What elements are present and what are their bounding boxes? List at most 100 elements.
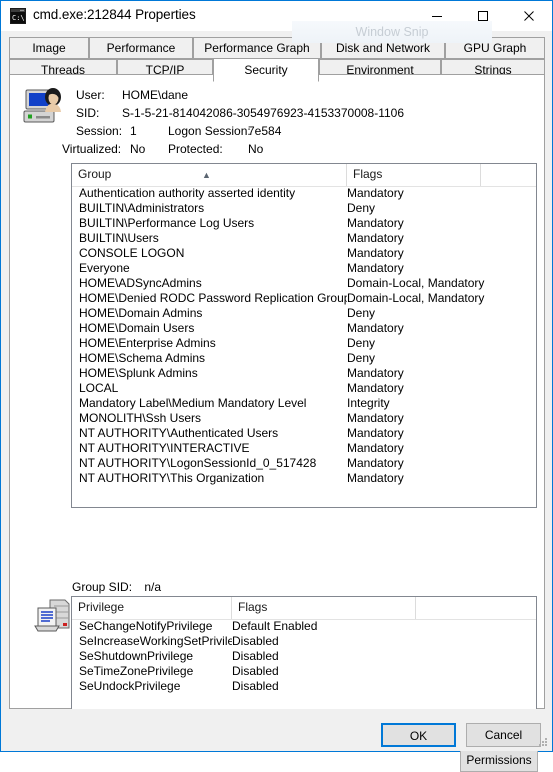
table-row[interactable]: HOME\Domain Users Mandatory xyxy=(72,321,536,336)
cell-flags: Mandatory xyxy=(347,381,404,395)
resize-grip[interactable] xyxy=(537,736,549,748)
column-header-privilege[interactable]: Privilege xyxy=(72,597,232,619)
virtualized-value: No xyxy=(130,142,146,156)
table-row[interactable]: NT AUTHORITY\LogonSessionId_0_517428 Mand… xyxy=(72,456,536,471)
cell-privilege: SeIncreaseWorkingSetPrivilege xyxy=(79,634,232,648)
table-row[interactable]: Authentication authority asserted identi… xyxy=(72,186,536,201)
virtualized-label: Virtualized: xyxy=(62,142,122,156)
cell-flags: Mandatory xyxy=(347,411,404,425)
logon-session-label: Logon Session: xyxy=(168,124,251,138)
groups-list-header: Group ▲ Flags xyxy=(72,164,536,187)
cell-flags: Mandatory xyxy=(347,321,404,335)
cell-group: HOME\ADSyncAdmins xyxy=(79,276,202,290)
cell-group: HOME\Enterprise Admins xyxy=(79,336,216,350)
privileges-icon xyxy=(32,596,72,636)
cell-group: BUILTIN\Performance Log Users xyxy=(79,216,255,230)
cell-flags: Mandatory xyxy=(347,186,404,200)
permissions-button[interactable]: Permissions xyxy=(460,749,538,772)
cell-group: BUILTIN\Users xyxy=(79,231,159,245)
cell-group: Authentication authority asserted identi… xyxy=(79,186,296,200)
cell-privilege-flags: Disabled xyxy=(232,664,279,678)
tab-image[interactable]: Image xyxy=(9,37,89,59)
table-row[interactable]: BUILTIN\Users Mandatory xyxy=(72,231,536,246)
cell-flags: Domain-Local, Mandatory xyxy=(347,276,485,290)
title-bar: C:\ cmd.exe:212844 Properties xyxy=(1,1,552,31)
cell-group: NT AUTHORITY\INTERACTIVE xyxy=(79,441,250,455)
maximize-button[interactable] xyxy=(460,1,506,31)
table-row[interactable]: HOME\Enterprise Admins Deny xyxy=(72,336,536,351)
cell-flags: Mandatory xyxy=(347,216,404,230)
cell-flags: Mandatory xyxy=(347,426,404,440)
table-row[interactable]: SeIncreaseWorkingSetPrivilege Disabled xyxy=(72,634,536,649)
table-row[interactable]: SeShutdownPrivilege Disabled xyxy=(72,649,536,664)
cell-flags: Deny xyxy=(347,306,376,320)
cell-flags: Mandatory xyxy=(347,441,404,455)
table-row[interactable]: BUILTIN\Performance Log Users Mandatory xyxy=(72,216,536,231)
tab-performance-graph[interactable]: Performance Graph xyxy=(193,37,321,59)
column-header-flags[interactable]: Flags xyxy=(347,164,481,186)
tab-gpu-graph[interactable]: GPU Graph xyxy=(445,37,545,59)
table-row[interactable]: MONOLITH\Ssh Users Mandatory xyxy=(72,411,536,426)
cell-group: NT AUTHORITY\LogonSessionId_0_517428 xyxy=(79,456,317,470)
cell-privilege-flags: Disabled xyxy=(232,634,279,648)
cell-privilege-flags: Disabled xyxy=(232,649,279,663)
table-row[interactable]: HOME\ADSyncAdmins Domain-Local, Mandatory xyxy=(72,276,536,291)
cell-group: HOME\Schema Admins xyxy=(79,351,206,365)
table-row[interactable]: SeTimeZonePrivilege Disabled xyxy=(72,664,536,679)
tab-performance[interactable]: Performance xyxy=(89,37,193,59)
group-sid-label: Group SID: xyxy=(72,580,133,594)
cell-flags: Deny xyxy=(347,201,376,215)
cell-flags: Mandatory xyxy=(347,471,404,485)
table-row[interactable]: Mandatory Label\Medium Mandatory Level In… xyxy=(72,396,536,411)
logon-session-value: 7e584 xyxy=(248,124,282,138)
close-button[interactable] xyxy=(506,1,552,31)
group-sid-value: n/a xyxy=(144,580,162,594)
table-row[interactable]: BUILTIN\Administrators Deny xyxy=(72,201,536,216)
column-header-privilege-blank[interactable] xyxy=(416,597,536,619)
cell-group: MONOLITH\Ssh Users xyxy=(79,411,202,425)
session-label: Session: xyxy=(76,124,123,138)
sort-ascending-icon: ▲ xyxy=(202,170,211,180)
table-row[interactable]: HOME\Denied RODC Password Replication Gr… xyxy=(72,291,536,306)
table-row[interactable]: NT AUTHORITY\Authenticated Users Mandator… xyxy=(72,426,536,441)
cell-flags: Deny xyxy=(347,336,376,350)
user-label: User: xyxy=(76,88,105,102)
minimize-button[interactable] xyxy=(414,1,460,31)
sid-value: S-1-5-21-814042086-3054976923-4153370008… xyxy=(122,106,405,120)
table-row[interactable]: LOCAL Mandatory xyxy=(72,381,536,396)
column-header-blank[interactable] xyxy=(481,164,536,186)
cell-flags: Mandatory xyxy=(347,456,404,470)
cell-group: NT AUTHORITY\This Organization xyxy=(79,471,265,485)
table-row[interactable]: NT AUTHORITY\INTERACTIVE Mandatory xyxy=(72,441,536,456)
cell-privilege: SeShutdownPrivilege xyxy=(79,649,194,663)
properties-window: C:\ cmd.exe:212844 Properties Image Perf… xyxy=(0,0,553,772)
cell-group: HOME\Splunk Admins xyxy=(79,366,198,380)
table-row[interactable]: NT AUTHORITY\This Organization Mandatory xyxy=(72,471,536,486)
cell-group: Everyone xyxy=(79,261,130,275)
user-account-icon xyxy=(23,88,65,126)
cell-flags: Mandatory xyxy=(347,366,404,380)
ok-button[interactable]: OK xyxy=(381,723,456,747)
column-header-group[interactable]: Group ▲ xyxy=(72,164,347,186)
cancel-button[interactable]: Cancel xyxy=(466,723,541,747)
table-row[interactable]: SeUndockPrivilege Disabled xyxy=(72,679,536,694)
column-header-privilege-flags[interactable]: Flags xyxy=(232,597,416,619)
tab-security[interactable]: Security xyxy=(213,58,319,82)
svg-text:C:\: C:\ xyxy=(12,14,25,22)
cell-privilege-flags: Disabled xyxy=(232,679,279,693)
table-row[interactable]: CONSOLE LOGON Mandatory xyxy=(72,246,536,261)
tab-disk-and-network[interactable]: Disk and Network xyxy=(321,37,445,59)
cell-flags: Integrity xyxy=(347,396,390,410)
table-row[interactable]: Everyone Mandatory xyxy=(72,261,536,276)
table-row[interactable]: HOME\Splunk Admins Mandatory xyxy=(72,366,536,381)
cell-privilege: SeTimeZonePrivilege xyxy=(79,664,194,678)
cell-privilege-flags: Default Enabled xyxy=(232,619,318,633)
groups-list[interactable]: Group ▲ Flags Authentication authority a… xyxy=(71,163,537,508)
cell-group: HOME\Domain Admins xyxy=(79,306,203,320)
groups-list-body: Authentication authority asserted identi… xyxy=(72,186,536,486)
table-row[interactable]: HOME\Domain Admins Deny xyxy=(72,306,536,321)
table-row[interactable]: HOME\Schema Admins Deny xyxy=(72,351,536,366)
privileges-list-body: SeChangeNotifyPrivilege Default Enabled Se… xyxy=(72,619,536,694)
dialog-footer: OK Cancel xyxy=(1,709,552,751)
table-row[interactable]: SeChangeNotifyPrivilege Default Enabled xyxy=(72,619,536,634)
